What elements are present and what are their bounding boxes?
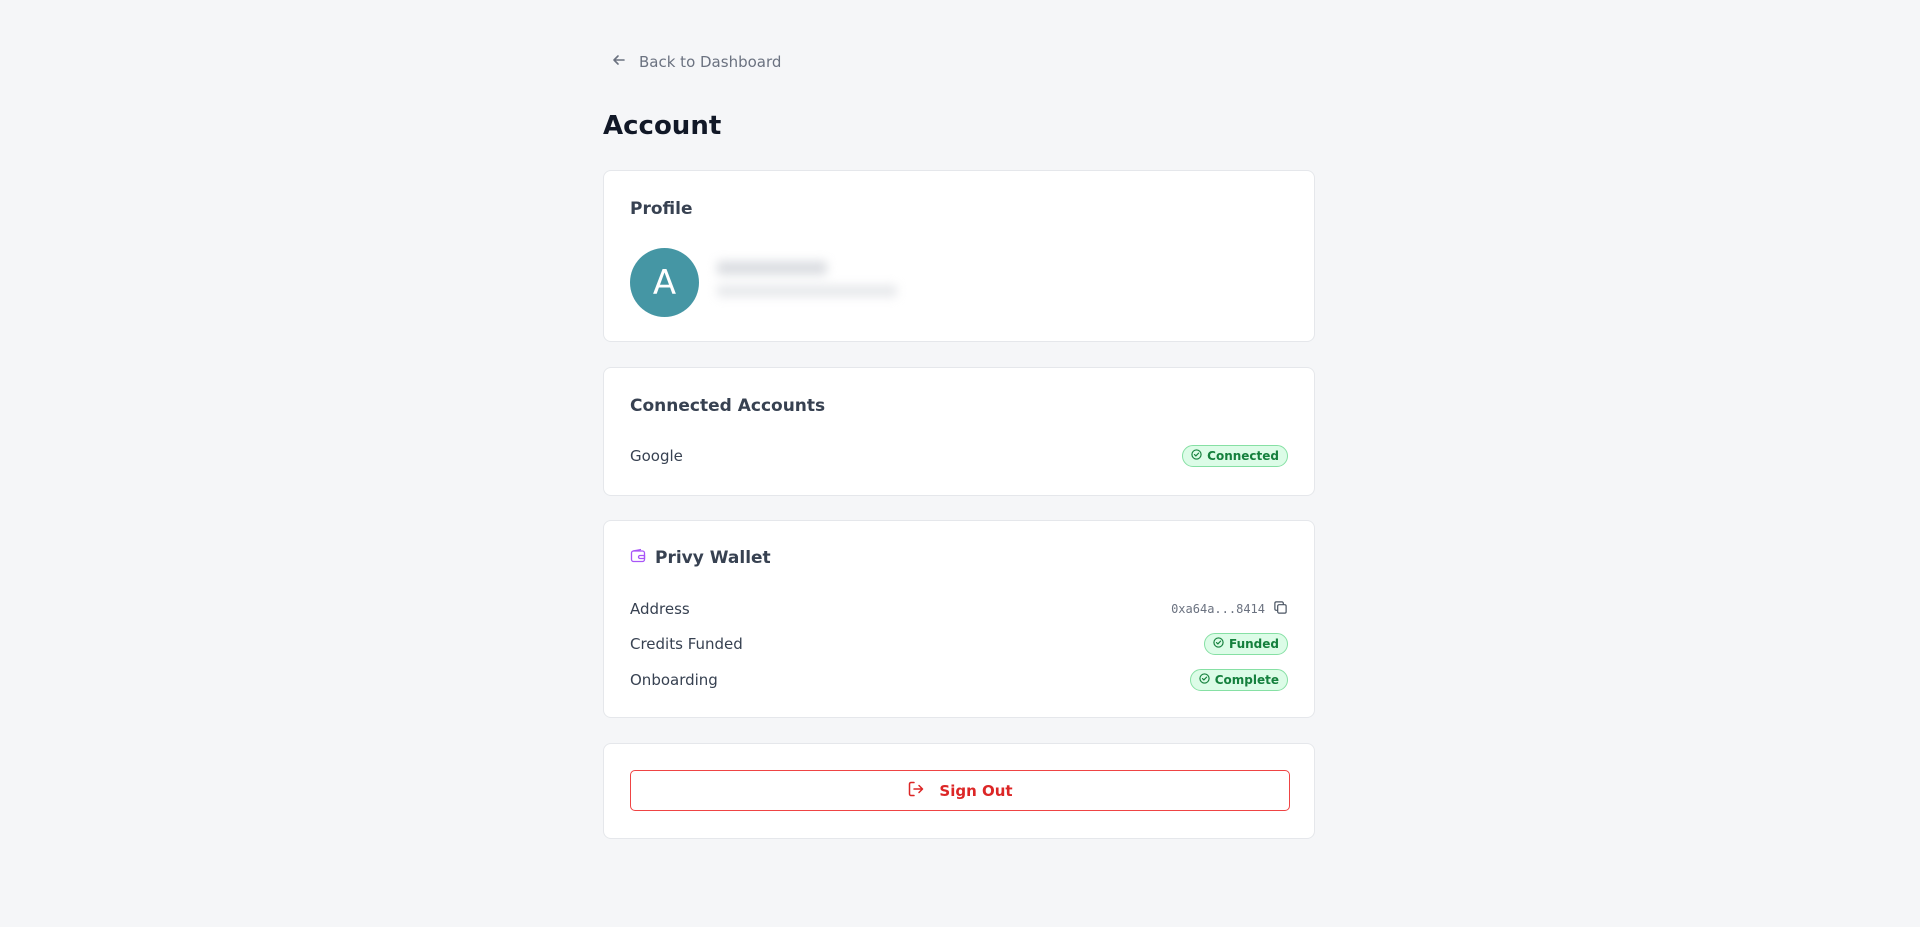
status-badge: Complete — [1189, 669, 1288, 691]
back-to-dashboard-link[interactable]: Back to Dashboard — [611, 52, 781, 72]
back-link-label: Back to Dashboard — [639, 53, 782, 71]
avatar: A — [630, 248, 699, 317]
wallet-address-value: 0xa64a...8414 — [1171, 602, 1265, 616]
page-title: Account — [603, 111, 722, 141]
status-badge-label: Connected — [1207, 449, 1279, 463]
check-circle-icon — [1213, 637, 1224, 651]
avatar-initial: A — [652, 262, 677, 303]
wallet-row-credits-funded: Credits Funded Funded — [630, 632, 1288, 656]
connected-accounts-card: Connected Accounts Google Connected — [603, 367, 1315, 496]
arrow-left-icon — [611, 52, 627, 72]
wallet-row-onboarding: Onboarding Complete — [630, 668, 1288, 692]
log-out-icon — [907, 780, 925, 802]
check-circle-icon — [1191, 449, 1202, 463]
connected-account-row-google: Google Connected — [630, 444, 1288, 468]
wallet-title: Privy Wallet — [655, 548, 771, 568]
profile-title: Profile — [630, 199, 693, 219]
wallet-address: 0xa64a...8414 — [1171, 600, 1288, 618]
sign-out-card: Sign Out — [603, 743, 1315, 839]
wallet-row-label: Address — [630, 600, 690, 618]
wallet-icon — [630, 548, 646, 568]
check-circle-icon — [1199, 673, 1210, 687]
status-badge-label: Funded — [1228, 637, 1279, 651]
profile-card: Profile A — [603, 170, 1315, 342]
wallet-row-address: Address 0xa64a...8414 — [630, 597, 1288, 621]
status-badge: Funded — [1203, 633, 1288, 655]
provider-label: Google — [630, 447, 683, 465]
wallet-row-label: Credits Funded — [630, 635, 743, 653]
status-badge: Connected — [1182, 445, 1288, 467]
wallet-row-label: Onboarding — [630, 671, 718, 689]
sign-out-button[interactable]: Sign Out — [630, 770, 1290, 811]
blurred-profile-details — [711, 255, 911, 311]
sign-out-label: Sign Out — [939, 781, 1013, 800]
copy-icon[interactable] — [1273, 600, 1288, 618]
privy-wallet-card: Privy Wallet Address 0xa64a...8414 Credi… — [603, 520, 1315, 718]
wallet-header: Privy Wallet — [630, 548, 771, 568]
blurred-name — [717, 261, 827, 275]
status-badge-label: Complete — [1214, 673, 1279, 687]
connected-accounts-title: Connected Accounts — [630, 396, 826, 416]
blurred-email — [717, 285, 897, 297]
